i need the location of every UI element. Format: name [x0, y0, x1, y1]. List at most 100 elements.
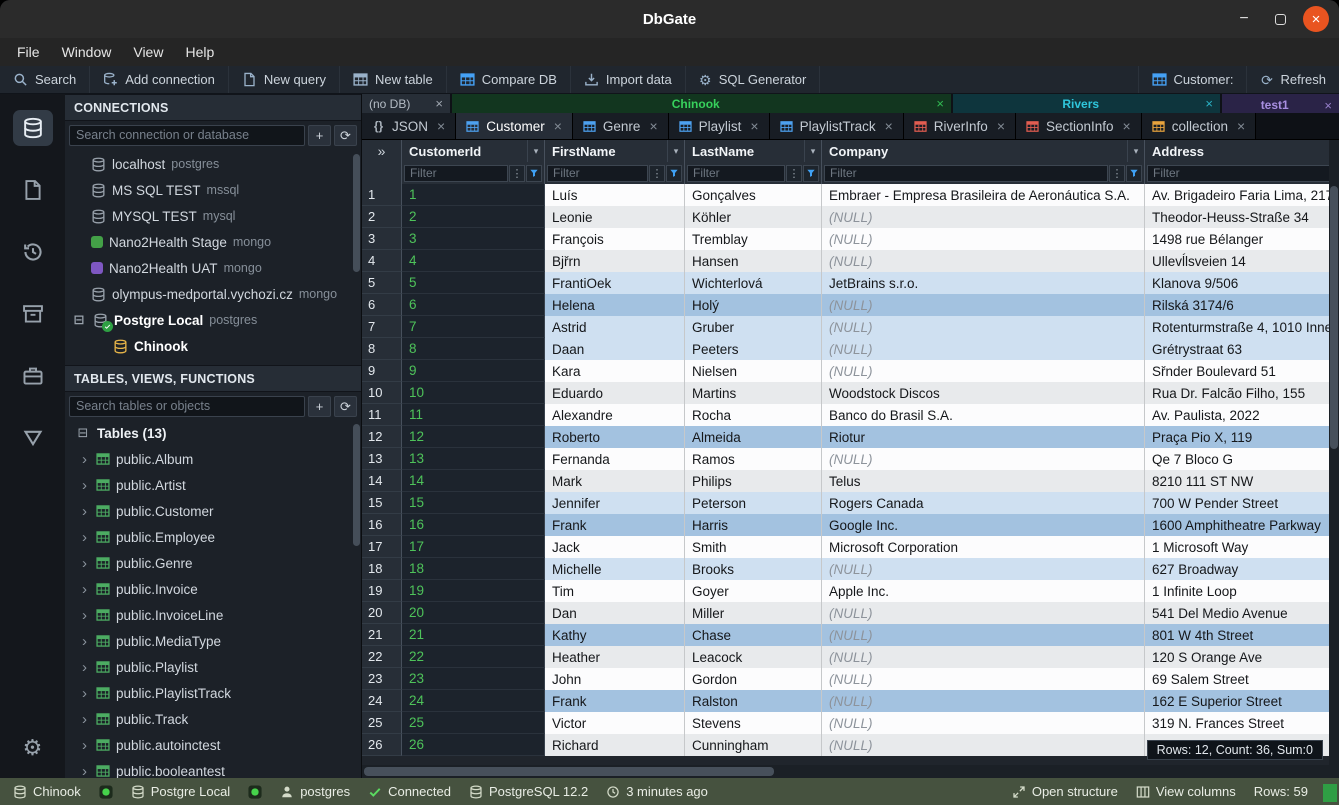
- cell-customerid[interactable]: 8: [402, 338, 545, 360]
- db-group-tab-test1[interactable]: test1×: [1222, 94, 1339, 113]
- cell-address[interactable]: Av. Brigadeiro Faria Lima, 2170: [1145, 184, 1339, 206]
- cell-address[interactable]: 1 Infinite Loop: [1145, 580, 1339, 602]
- table-item[interactable]: ›public.Invoice: [65, 576, 361, 602]
- row-number[interactable]: 21: [362, 624, 402, 646]
- cell-customerid[interactable]: 6: [402, 294, 545, 316]
- connection-item[interactable]: Nano2Health UATmongo: [65, 255, 361, 281]
- collapse-icon[interactable]: ⊟: [75, 425, 91, 441]
- cell-firstname[interactable]: Kara: [545, 360, 685, 382]
- cell-company[interactable]: (NULL): [822, 294, 1145, 316]
- cell-address[interactable]: 1600 Amphitheatre Parkway: [1145, 514, 1339, 536]
- cell-lastname[interactable]: Martins: [685, 382, 822, 404]
- column-header-firstname[interactable]: FirstName▾: [545, 140, 685, 162]
- refresh-tables-button[interactable]: ⟳: [334, 396, 357, 417]
- table-item[interactable]: ›public.Artist: [65, 472, 361, 498]
- cell-address[interactable]: 69 Salem Street: [1145, 668, 1339, 690]
- connection-item[interactable]: MS SQL TESTmssql: [65, 177, 361, 203]
- row-number[interactable]: 15: [362, 492, 402, 514]
- cell-address[interactable]: 162 E Superior Street: [1145, 690, 1339, 712]
- history-widget-button[interactable]: [13, 234, 53, 270]
- cell-firstname[interactable]: Daan: [545, 338, 685, 360]
- row-number[interactable]: 4: [362, 250, 402, 272]
- tab-close-icon[interactable]: ×: [649, 118, 657, 134]
- cell-company[interactable]: (NULL): [822, 734, 1145, 756]
- database-widget-button[interactable]: [13, 110, 53, 146]
- filter-funnel-button[interactable]: [526, 165, 542, 182]
- filter-funnel-button[interactable]: [666, 165, 682, 182]
- cell-lastname[interactable]: Almeida: [685, 426, 822, 448]
- connection-item[interactable]: ⊟Postgre Localpostgres: [65, 307, 361, 333]
- close-icon[interactable]: ×: [936, 96, 944, 111]
- filter-menu-button[interactable]: ⋮: [1109, 165, 1125, 182]
- cell-lastname[interactable]: Leacock: [685, 646, 822, 668]
- cell-company[interactable]: (NULL): [822, 690, 1145, 712]
- row-number[interactable]: 9: [362, 360, 402, 382]
- connection-item[interactable]: localhostpostgres: [65, 151, 361, 177]
- connection-item[interactable]: olympus-medportal.vychozi.czmongo: [65, 281, 361, 307]
- cell-address[interactable]: Grétrystraat 63: [1145, 338, 1339, 360]
- filter-menu-button[interactable]: ⋮: [509, 165, 525, 182]
- cell-customerid[interactable]: 20: [402, 602, 545, 624]
- vertical-scrollbar-thumb[interactable]: [1330, 186, 1338, 449]
- cell-customerid[interactable]: 23: [402, 668, 545, 690]
- cell-firstname[interactable]: Richard: [545, 734, 685, 756]
- row-number[interactable]: 3: [362, 228, 402, 250]
- cell-company[interactable]: (NULL): [822, 624, 1145, 646]
- column-header-company[interactable]: Company▾: [822, 140, 1145, 162]
- db-group-tab-rivers[interactable]: Rivers×: [953, 94, 1220, 113]
- cell-lastname[interactable]: Stevens: [685, 712, 822, 734]
- sql-generator-button[interactable]: ⚙SQL Generator: [686, 66, 821, 93]
- cell-customerid[interactable]: 19: [402, 580, 545, 602]
- status-open-structure[interactable]: Open structure: [1003, 784, 1127, 799]
- tab-close-icon[interactable]: ×: [1237, 118, 1245, 134]
- close-icon[interactable]: ×: [1324, 98, 1332, 113]
- cell-address[interactable]: Theodor-Heuss-Straße 34: [1145, 206, 1339, 228]
- tab-close-icon[interactable]: ×: [750, 118, 758, 134]
- row-number[interactable]: 14: [362, 470, 402, 492]
- cell-lastname[interactable]: Ralston: [685, 690, 822, 712]
- row-number[interactable]: 20: [362, 602, 402, 624]
- refresh-button[interactable]: ⟳Refresh: [1246, 66, 1339, 93]
- table-item[interactable]: ›public.Employee: [65, 524, 361, 550]
- cell-customerid[interactable]: 21: [402, 624, 545, 646]
- cell-customerid[interactable]: 5: [402, 272, 545, 294]
- cell-company[interactable]: Apple Inc.: [822, 580, 1145, 602]
- maximize-button[interactable]: [1267, 6, 1293, 32]
- cell-lastname[interactable]: Gonçalves: [685, 184, 822, 206]
- status-view-columns[interactable]: View columns: [1127, 784, 1245, 799]
- cell-lastname[interactable]: Holý: [685, 294, 822, 316]
- cell-firstname[interactable]: Bjřrn: [545, 250, 685, 272]
- database-item[interactable]: Chinook: [65, 333, 361, 359]
- compare-db-button[interactable]: Compare DB: [447, 66, 571, 93]
- cell-address[interactable]: Praça Pio X, 119: [1145, 426, 1339, 448]
- archive-widget-button[interactable]: [13, 296, 53, 332]
- cell-company[interactable]: (NULL): [822, 712, 1145, 734]
- row-number[interactable]: 16: [362, 514, 402, 536]
- import-data-button[interactable]: Import data: [571, 66, 686, 93]
- row-number[interactable]: 26: [362, 734, 402, 756]
- cell-customerid[interactable]: 2: [402, 206, 545, 228]
- tab-riverinfo[interactable]: RiverInfo×: [904, 113, 1016, 139]
- cell-company[interactable]: (NULL): [822, 668, 1145, 690]
- table-item[interactable]: ›public.PlaylistTrack: [65, 680, 361, 706]
- row-number[interactable]: 8: [362, 338, 402, 360]
- cell-firstname[interactable]: François: [545, 228, 685, 250]
- cell-company[interactable]: (NULL): [822, 448, 1145, 470]
- cell-address[interactable]: Rotenturmstraße 4, 1010 Innere Stadt: [1145, 316, 1339, 338]
- cell-customerid[interactable]: 14: [402, 470, 545, 492]
- search-button[interactable]: Search: [0, 66, 90, 93]
- row-number[interactable]: 23: [362, 668, 402, 690]
- cell-address[interactable]: Rilská 3174/6: [1145, 294, 1339, 316]
- cell-firstname[interactable]: Fernanda: [545, 448, 685, 470]
- cell-customerid[interactable]: 25: [402, 712, 545, 734]
- minimize-button[interactable]: −: [1231, 6, 1257, 32]
- cell-company[interactable]: (NULL): [822, 602, 1145, 624]
- tab-close-icon[interactable]: ×: [1123, 118, 1131, 134]
- menu-file[interactable]: File: [6, 38, 51, 66]
- cell-lastname[interactable]: Cunningham: [685, 734, 822, 756]
- cell-lastname[interactable]: Rocha: [685, 404, 822, 426]
- filter-input[interactable]: [687, 165, 785, 182]
- filter-input[interactable]: [404, 165, 508, 182]
- cell-lastname[interactable]: Ramos: [685, 448, 822, 470]
- new-table-button[interactable]: New table: [340, 66, 447, 93]
